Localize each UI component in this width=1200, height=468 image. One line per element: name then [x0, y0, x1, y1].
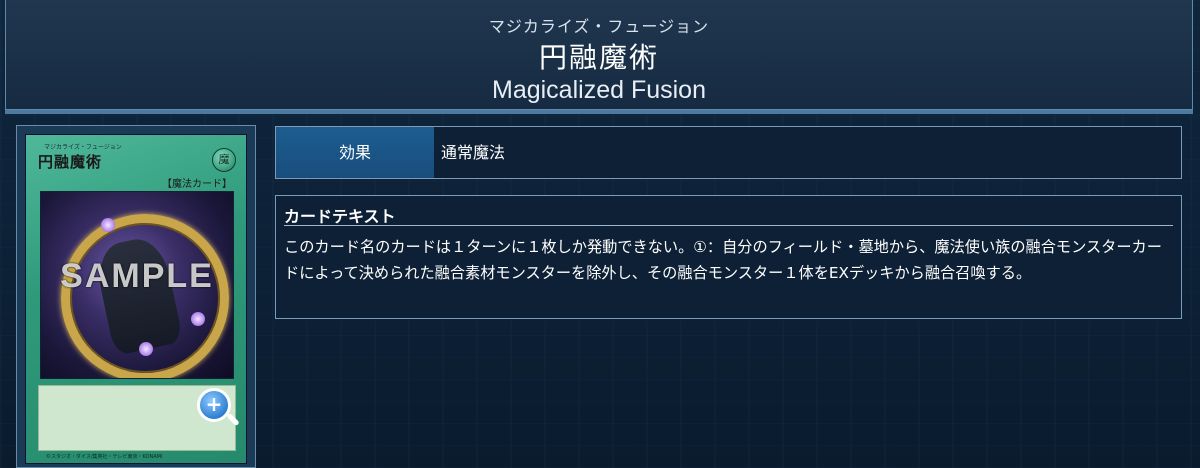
card-image-name: 円融魔術: [38, 153, 103, 171]
sample-watermark: SAMPLE: [60, 257, 214, 295]
effect-label: 効果: [276, 127, 434, 178]
header-divider: [5, 110, 1193, 114]
card-title-header: マジカライズ・フュージョン 円融魔術 Magicalized Fusion: [5, 0, 1193, 110]
card-text-heading: カードテキスト: [284, 203, 1173, 226]
card-name-ruby: マジカライズ・フュージョン: [488, 17, 710, 36]
purple-orb-art: [191, 312, 205, 326]
zoom-in-button[interactable]: +: [197, 388, 240, 427]
card-name-japanese: 円融魔術: [538, 41, 659, 74]
purple-orb-art: [139, 342, 153, 356]
effect-value: 通常魔法: [441, 143, 506, 162]
card-image-panel: マジカライズ・フュージョン 円融魔術 魔 【魔法カード】 SAMPLE ©スタジ…: [16, 125, 256, 468]
card-image-type-line: 【魔法カード】: [162, 179, 232, 190]
purple-orb-art: [101, 218, 115, 232]
zoom-in-icon: +: [205, 392, 223, 416]
card-image-ruby: マジカライズ・フュージョン: [44, 144, 122, 151]
spell-attribute-icon: 魔: [212, 148, 236, 172]
card-text-panel: カードテキスト このカード名のカードは１ターンに１枚しか発動できない。①：自分の…: [275, 195, 1182, 319]
card-text-body: このカード名のカードは１ターンに１枚しか発動できない。①：自分のフィールド・墓地…: [284, 238, 1162, 282]
effect-row: 効果 通常魔法: [275, 126, 1182, 179]
card-name-english: Magicalized Fusion: [492, 76, 706, 104]
card-image-copyright: ©スタジオ・ダイス/集英社・テレビ東京・KONAMI: [46, 454, 163, 460]
